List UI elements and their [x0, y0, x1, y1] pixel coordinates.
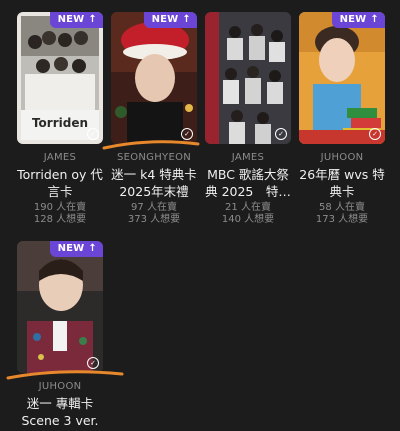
card-title: Torriden oy 代 言卡 — [17, 167, 103, 199]
check-icon: ✓ — [87, 357, 99, 369]
card-photo: ✓ — [205, 12, 291, 144]
arrow-up-icon: ↑ — [88, 243, 97, 254]
new-badge: NEW ↑ — [331, 12, 385, 28]
card-title: 26年曆 wvs 特 典卡 — [299, 167, 385, 199]
new-badge: NEW ↑ — [49, 241, 103, 257]
arrow-up-icon: ↑ — [88, 14, 97, 25]
trading-count: 58 人在賣 — [319, 202, 365, 213]
check-icon: ✓ — [87, 128, 99, 140]
card-photo: ✓ — [299, 12, 385, 144]
card-photo: ✓ — [111, 12, 197, 144]
check-icon: ✓ — [181, 128, 193, 140]
check-icon: ✓ — [275, 128, 287, 140]
card-photo: ✓ — [17, 241, 103, 373]
member-name: JUHOON — [38, 381, 82, 392]
card-title: 迷一 專輯卡 Scene 3 ver. — [21, 396, 99, 428]
card-title: 迷一 k4 特典卡 2025年末禮 — [111, 167, 197, 199]
card-title: MBC 歌謠大祭 典 2025 特… — [205, 167, 291, 199]
member-name: JUHOON — [320, 152, 364, 163]
wanting-count: 173 人想要 — [315, 214, 369, 225]
new-badge: NEW ↑ — [143, 12, 197, 28]
card-photo: Torriden ✓ — [17, 12, 103, 144]
arrow-up-icon: ↑ — [182, 14, 191, 25]
check-icon: ✓ — [369, 128, 381, 140]
arrow-up-icon: ↑ — [370, 14, 379, 25]
new-badge: NEW ↑ — [49, 12, 103, 28]
